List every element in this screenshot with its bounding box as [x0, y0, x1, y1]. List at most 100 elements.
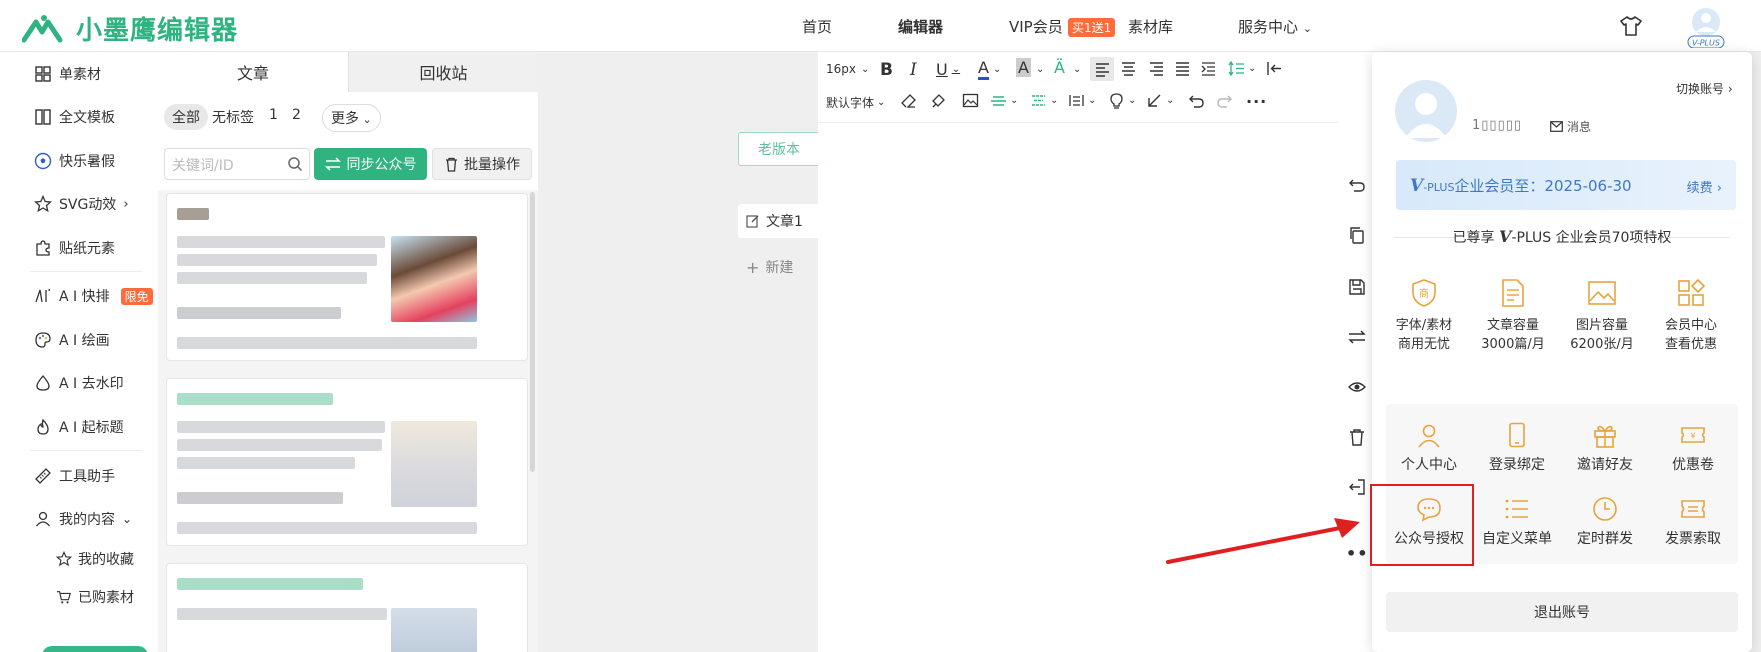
align-right-icon[interactable] [1148, 60, 1165, 77]
app-logo[interactable]: 小墨鹰编辑器 [22, 10, 238, 47]
sidebar-green-button[interactable] [42, 646, 148, 652]
grid-custom-menu[interactable]: 自定义菜单 [1474, 496, 1560, 548]
sidebar-item-ai-draw[interactable]: A I 绘画 [34, 330, 110, 350]
grid-coupons[interactable]: ¥ 优惠卷 [1650, 422, 1736, 474]
undo-icon[interactable] [1188, 92, 1205, 109]
align-left-icon[interactable] [1090, 57, 1114, 81]
bulb-icon[interactable]: ⌄ [1108, 92, 1136, 109]
eraser-icon[interactable] [900, 92, 917, 109]
underline-icon[interactable]: U ⌄ [936, 60, 960, 79]
sidebar-subitem-purchased[interactable]: 已购素材 [56, 587, 134, 607]
collapse-toolbar-icon[interactable] [1266, 60, 1283, 77]
paragraph-spacing-icon[interactable]: ⌄ [1030, 92, 1058, 109]
svg-text:V-PLUS: V-PLUS [1692, 39, 1720, 48]
sidebar-item-svg-animation[interactable]: SVG动效 › [34, 194, 129, 214]
align-justify-icon[interactable] [1174, 60, 1191, 77]
sidebar-item-stickers[interactable]: 贴纸元素 [34, 238, 115, 258]
article-card[interactable] [166, 193, 528, 361]
sidebar-item-ai-title[interactable]: A I 起标题 [34, 417, 124, 437]
save-icon[interactable] [1348, 278, 1366, 296]
italic-icon[interactable]: I [910, 60, 917, 80]
vip-prefix: -PLUS [1423, 181, 1455, 194]
tshirt-icon[interactable] [1620, 16, 1642, 36]
sidebar-item-ai-watermark[interactable]: A I 去水印 [34, 373, 124, 393]
user-avatar-icon[interactable]: V-PLUS [1684, 6, 1728, 48]
sidebar-item-ai-layout[interactable]: A I 快排 限免 [34, 286, 153, 306]
redo-icon[interactable] [1216, 92, 1233, 109]
chevron-down-icon[interactable]: ⌄ [1036, 64, 1044, 75]
filter-tag-2[interactable]: 2 [284, 104, 309, 126]
sidebar-subitem-favorites[interactable]: 我的收藏 [56, 549, 134, 569]
article-card[interactable] [166, 378, 528, 546]
sync-wechat-button[interactable]: 同步公众号 [314, 148, 427, 180]
edit-icon [746, 215, 759, 228]
arrow-down-left-icon[interactable]: ⌄ [1146, 92, 1174, 109]
tab-articles[interactable]: 文章 [158, 52, 348, 92]
font-size-select[interactable]: 16px ⌄ [826, 62, 869, 76]
new-document-button[interactable]: + 新建 [738, 252, 820, 282]
bold-icon[interactable]: B [880, 60, 893, 80]
grid-personal-center[interactable]: 个人中心 [1386, 422, 1472, 474]
nav-materials[interactable]: 素材库 [1128, 16, 1173, 37]
trash-icon[interactable] [1348, 428, 1366, 446]
sidebar-item-tools[interactable]: 工具助手 [34, 466, 115, 486]
grid-scheduled-send[interactable]: 定时群发 [1562, 496, 1648, 548]
format-painter-icon[interactable] [930, 92, 947, 109]
copy-icon[interactable] [1348, 226, 1366, 244]
perk-article-capacity[interactable]: 文章容量 3000篇/月 [1471, 278, 1555, 354]
panel-scrollbar[interactable] [530, 192, 535, 472]
document-tab[interactable]: 文章1 [738, 204, 820, 238]
nav-home[interactable]: 首页 [802, 16, 832, 37]
swap-icon[interactable] [1348, 328, 1366, 346]
indent-icon[interactable] [1200, 60, 1217, 77]
text-effect-icon[interactable]: Ä [1054, 58, 1065, 77]
filter-tag-1[interactable]: 1 [261, 104, 286, 126]
filter-untagged[interactable]: 无标签 [204, 104, 262, 130]
old-version-button[interactable]: 老版本 [738, 132, 820, 166]
logout-button[interactable]: 退出账号 [1386, 592, 1738, 632]
avatar[interactable] [1395, 80, 1457, 142]
username: 1▯▯▯▯▯ [1472, 118, 1523, 133]
sidebar-item-full-template[interactable]: 全文模板 [34, 107, 115, 127]
message-link[interactable]: 消息 [1550, 118, 1591, 135]
sidebar-item-single-material[interactable]: 单素材 [34, 64, 101, 84]
filter-more[interactable]: 更多 ⌄ [322, 104, 381, 132]
renew-link[interactable]: 续费 › [1687, 177, 1722, 196]
highlight-color-icon[interactable]: A [1016, 58, 1031, 77]
chevron-down-icon[interactable]: ⌄ [1073, 64, 1081, 75]
more-options-icon[interactable]: ··· [1246, 92, 1267, 111]
grid-invoice[interactable]: 发票索取 [1650, 496, 1736, 548]
filter-more-label: 更多 [331, 111, 359, 127]
font-family-select[interactable]: 默认字体 ⌄ [826, 94, 885, 111]
exit-icon[interactable] [1348, 478, 1366, 496]
sidebar-item-summer[interactable]: 快乐暑假 [34, 151, 115, 171]
font-color-icon[interactable]: A [978, 58, 989, 80]
filter-all[interactable]: 全部 [164, 104, 208, 130]
batch-operation-button[interactable]: 批量操作 [432, 148, 532, 180]
grid-label: 自定义菜单 [1482, 531, 1552, 547]
line-height-icon[interactable]: ⌄ [1228, 60, 1256, 77]
perk-member-center[interactable]: 会员中心 查看优惠 [1649, 278, 1733, 354]
image-icon[interactable] [962, 92, 979, 109]
letter-spacing-icon[interactable]: ⌄ [1068, 92, 1096, 109]
perk-image-capacity[interactable]: 图片容量 6200张/月 [1560, 278, 1644, 354]
tab-recycle-bin[interactable]: 回收站 [348, 52, 538, 92]
undo-icon[interactable] [1348, 176, 1366, 194]
article-card[interactable] [166, 563, 528, 652]
nav-service[interactable]: 服务中心 ⌄ [1238, 16, 1312, 37]
search-input[interactable]: 关键词/ID [164, 148, 310, 180]
perk-commercial-use[interactable]: 商 字体/素材 商用无忧 [1382, 278, 1466, 354]
grid-login-binding[interactable]: 登录绑定 [1474, 422, 1560, 474]
align-center-icon[interactable] [1120, 60, 1137, 77]
droplet-icon [36, 375, 50, 391]
nav-vip[interactable]: VIP会员 [1009, 16, 1063, 37]
divider-line-icon[interactable]: ⌄ [990, 92, 1018, 109]
grid-invite-friends[interactable]: 邀请好友 [1562, 422, 1648, 474]
perk-line1: 字体/素材 [1395, 318, 1453, 333]
toolbar-divider [818, 122, 1338, 123]
chevron-down-icon[interactable]: ⌄ [993, 64, 1001, 75]
sidebar-item-my-content[interactable]: 我的内容 ⌄ [34, 509, 132, 529]
eye-icon[interactable] [1348, 378, 1366, 396]
nav-editor[interactable]: 编辑器 [898, 16, 943, 37]
switch-account-link[interactable]: 切换账号 › [1676, 80, 1733, 97]
